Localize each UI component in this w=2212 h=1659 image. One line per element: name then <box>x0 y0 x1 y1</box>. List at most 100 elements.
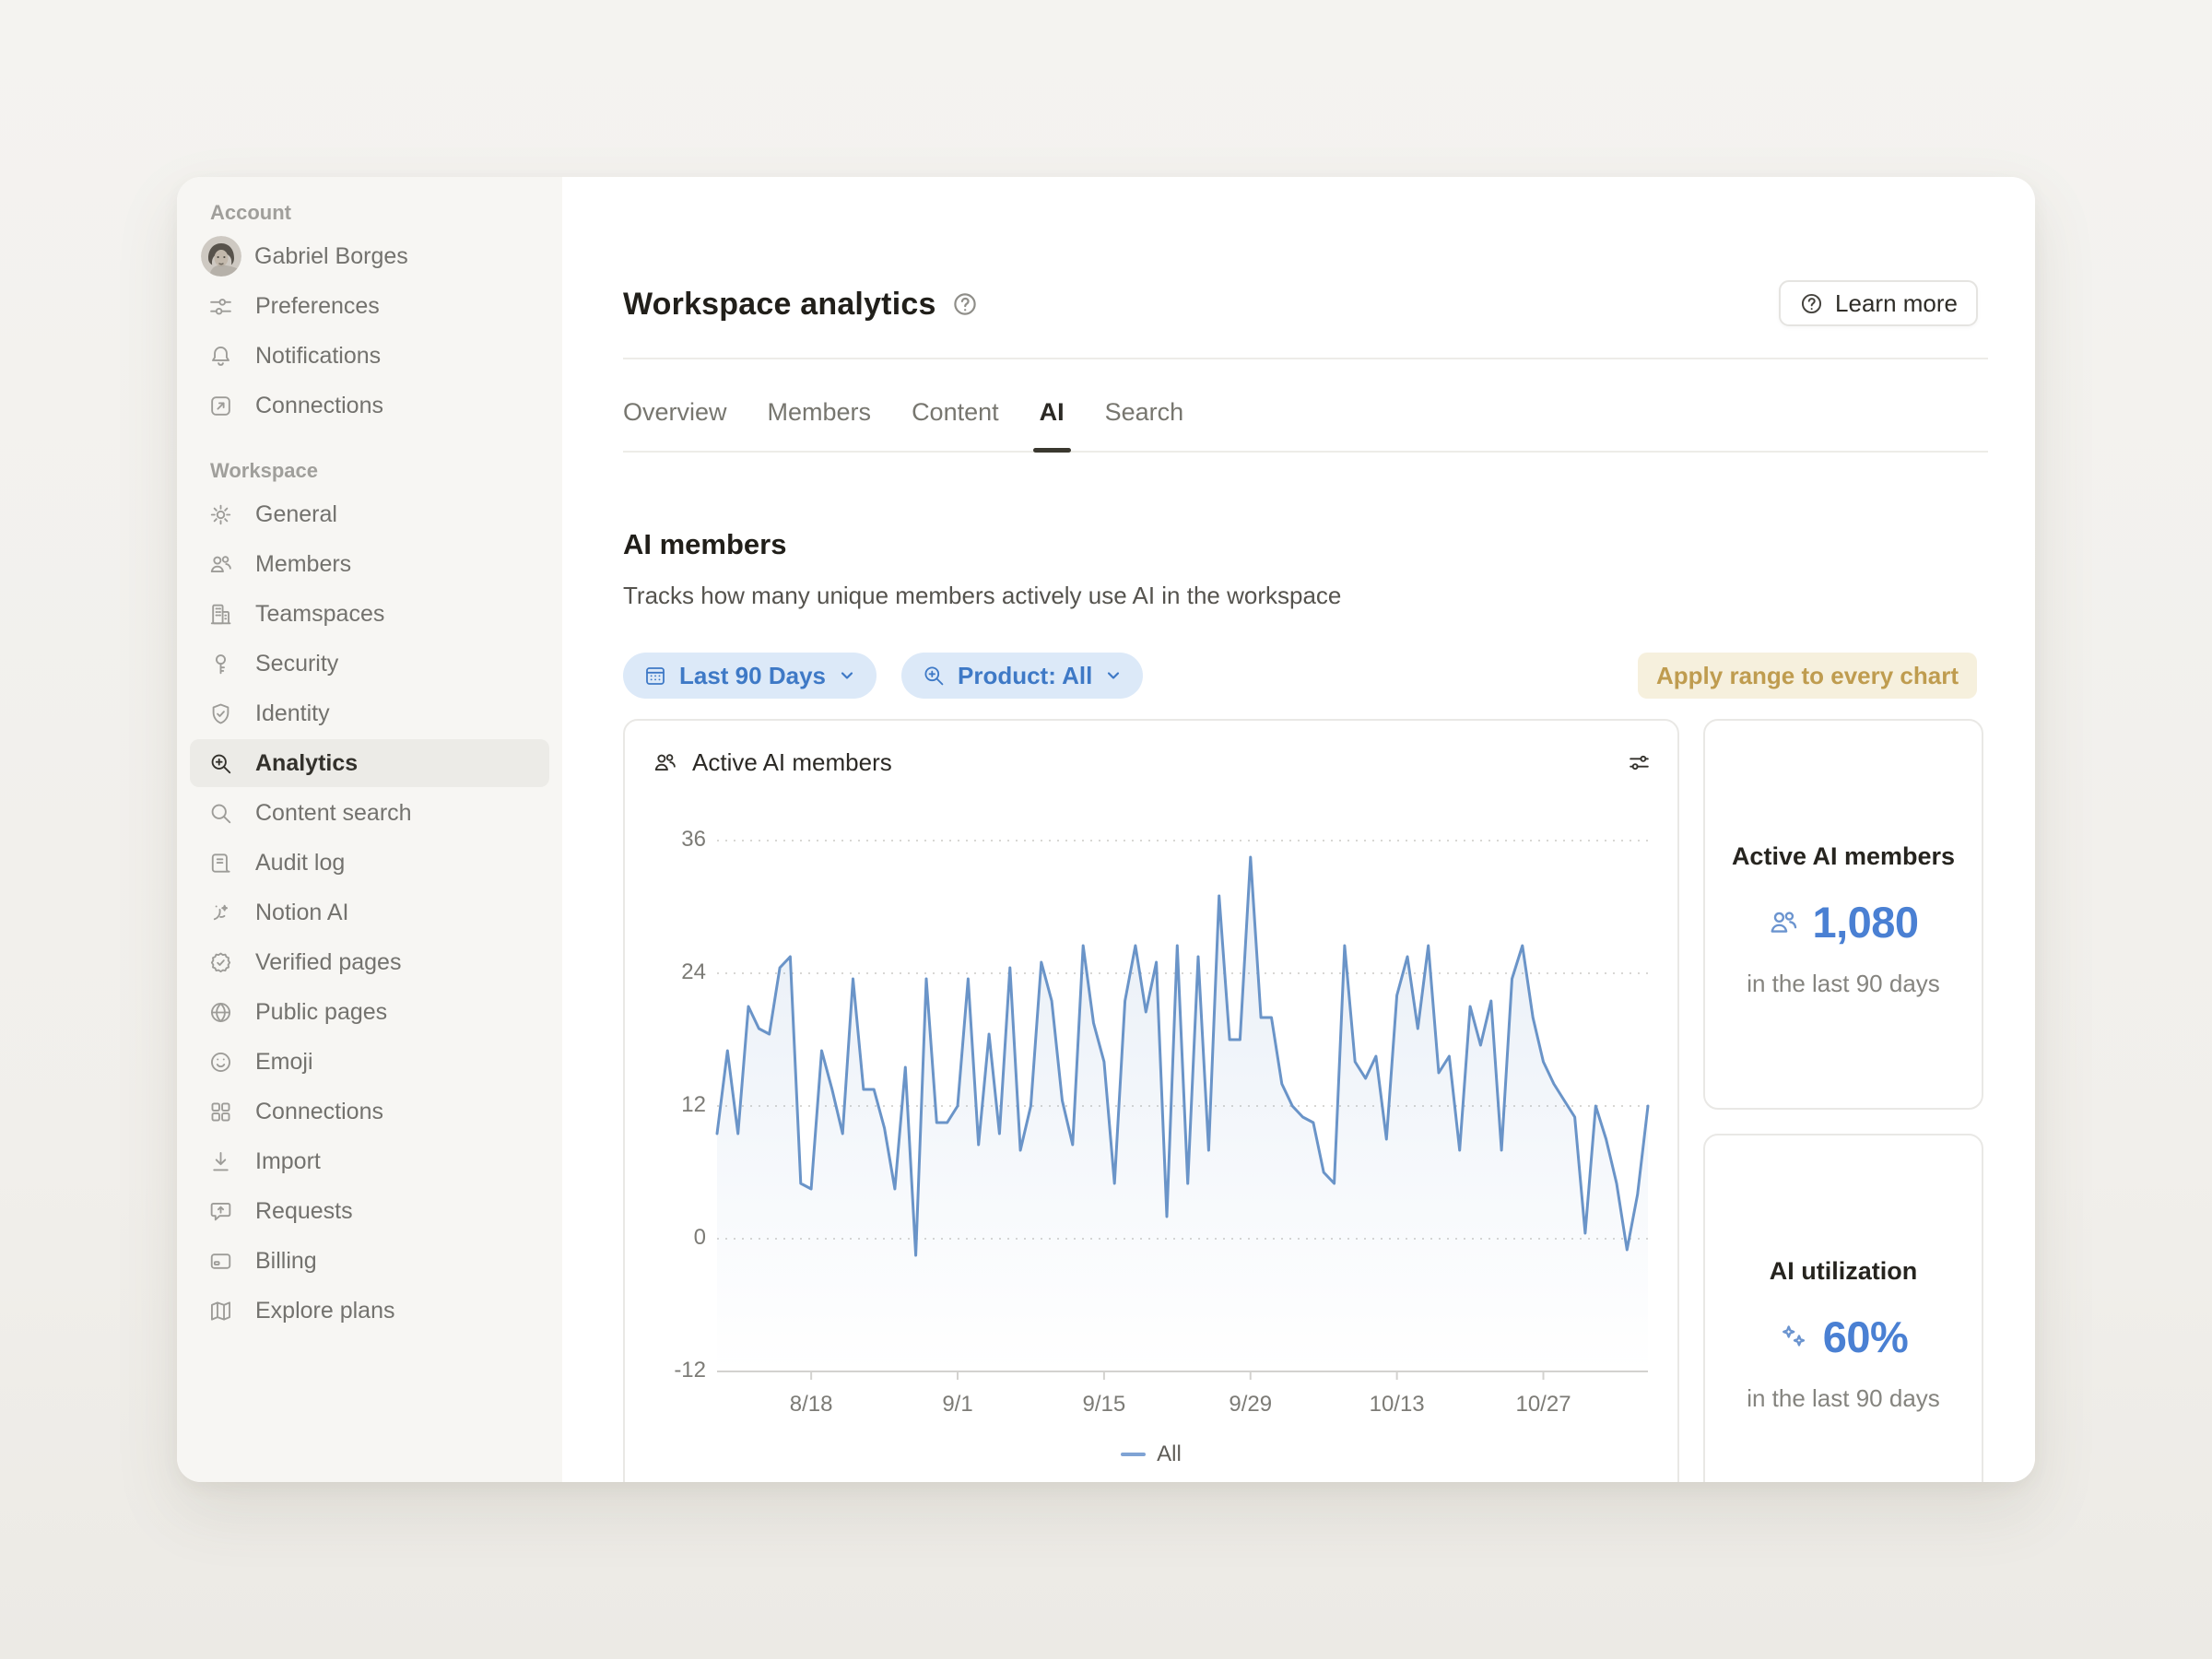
y-axis-label: 0 <box>625 1225 706 1251</box>
sidebar-item-notion-ai[interactable]: Notion AI <box>190 888 549 936</box>
sidebar-item-label: Identity <box>255 700 330 727</box>
sidebar-item-connections-workspace[interactable]: Connections <box>190 1088 549 1135</box>
sidebar-item-billing[interactable]: Billing <box>190 1237 549 1285</box>
sidebar-item-analytics[interactable]: Analytics <box>190 739 549 787</box>
tab-search[interactable]: Search <box>1105 398 1184 427</box>
arrow-up-right-box-icon <box>208 394 233 418</box>
sidebar-item-label: Notion AI <box>255 900 348 926</box>
building-icon <box>208 602 233 627</box>
stat-caption: in the last 90 days <box>1747 970 1940 998</box>
avatar <box>201 236 241 276</box>
section-description: Tracks how many unique members actively … <box>623 582 2035 610</box>
gear-icon <box>208 502 233 527</box>
sidebar-item-label: Analytics <box>255 750 358 777</box>
learn-more-label: Learn more <box>1835 289 1958 318</box>
sidebar-item-requests[interactable]: Requests <box>190 1187 549 1235</box>
map-icon <box>208 1299 233 1324</box>
sidebar-section-workspace: Workspace <box>210 459 562 483</box>
sidebar-item-label: Connections <box>255 1099 383 1125</box>
legend-label: All <box>1157 1441 1182 1467</box>
tab-ai[interactable]: AI <box>1040 398 1065 427</box>
key-icon <box>208 652 233 677</box>
stat-title: Active AI members <box>1732 842 1955 871</box>
learn-more-button[interactable]: Learn more <box>1779 280 1978 326</box>
sparkles-icon <box>1779 1322 1810 1353</box>
sidebar-item-preferences[interactable]: Preferences <box>190 282 549 330</box>
sidebar-item-label: Gabriel Borges <box>254 243 408 270</box>
stat-value: 1,080 <box>1812 897 1918 947</box>
globe-icon <box>208 1000 233 1025</box>
download-icon <box>208 1149 233 1174</box>
legend-line-swatch <box>1121 1453 1146 1456</box>
sidebar-item-members[interactable]: Members <box>190 540 549 588</box>
smiley-icon <box>208 1050 233 1075</box>
chart-legend: All <box>625 1441 1677 1467</box>
sidebar-item-label: Security <box>255 651 338 677</box>
y-axis-label: -12 <box>625 1358 706 1383</box>
sidebar-item-label: Audit log <box>255 850 345 877</box>
tab-overview[interactable]: Overview <box>623 398 727 427</box>
x-axis-label: 8/18 <box>790 1392 833 1418</box>
grid-icon <box>208 1100 233 1124</box>
sidebar-item-label: Requests <box>255 1198 353 1225</box>
help-circle-icon[interactable] <box>951 290 979 318</box>
sidebar-item-verified-pages[interactable]: Verified pages <box>190 938 549 986</box>
stat-title: AI utilization <box>1770 1257 1917 1286</box>
sidebar-item-explore-plans[interactable]: Explore plans <box>190 1287 549 1335</box>
filters-row: Last 90 Days Product: All Apply range to… <box>623 653 1977 699</box>
stat-cards-column: Active AI members 1,080 in the last 90 d… <box>1703 719 1983 1482</box>
sidebar-item-label: Verified pages <box>255 949 401 976</box>
ai-utilization-stat-card: AI utilization 60% in the last 90 days <box>1703 1134 1983 1482</box>
stat-value: 60% <box>1823 1312 1909 1362</box>
sidebar-item-label: Emoji <box>255 1049 313 1076</box>
y-axis-label: 24 <box>625 959 706 985</box>
product-filter[interactable]: Product: All <box>901 653 1143 699</box>
sidebar-item-label: Public pages <box>255 999 387 1026</box>
search-icon <box>208 801 233 826</box>
sidebar-item-emoji[interactable]: Emoji <box>190 1038 549 1086</box>
settings-window: Account Gabriel Borges Preferences <box>177 177 2035 1482</box>
sidebar-item-security[interactable]: Security <box>190 640 549 688</box>
sidebar-item-connections-account[interactable]: Connections <box>190 382 549 429</box>
sidebar-item-label: Preferences <box>255 293 380 320</box>
date-range-value: Last 90 Days <box>679 662 826 690</box>
chevron-down-icon <box>838 666 856 685</box>
sidebar-item-account-profile[interactable]: Gabriel Borges <box>190 232 549 280</box>
tab-content[interactable]: Content <box>912 398 999 427</box>
chevron-down-icon <box>1104 666 1123 685</box>
active-ai-members-chart-card: Active AI members 3624120-12 8/189/19/15… <box>623 719 1679 1482</box>
zoom-in-icon <box>922 664 946 688</box>
sidebar-item-content-search[interactable]: Content search <box>190 789 549 837</box>
sidebar-item-public-pages[interactable]: Public pages <box>190 988 549 1036</box>
y-axis-label: 12 <box>625 1092 706 1118</box>
sidebar-item-label: Billing <box>255 1248 317 1275</box>
people-icon <box>208 552 233 577</box>
seal-check-icon <box>208 950 233 975</box>
sidebar-item-teamspaces[interactable]: Teamspaces <box>190 590 549 638</box>
tab-members[interactable]: Members <box>768 398 872 427</box>
x-axis-label: 10/27 <box>1515 1392 1571 1418</box>
sidebar-item-audit-log[interactable]: Audit log <box>190 839 549 887</box>
x-axis-label: 9/1 <box>942 1392 972 1418</box>
sidebar-item-label: Explore plans <box>255 1298 394 1324</box>
product-filter-value: Product: All <box>958 662 1092 690</box>
scroll-icon <box>208 851 233 876</box>
chat-up-icon <box>208 1199 233 1224</box>
analytics-content: Workspace analytics Learn more Overview … <box>562 177 2035 1482</box>
date-range-filter[interactable]: Last 90 Days <box>623 653 877 699</box>
x-axis-label: 9/29 <box>1229 1392 1272 1418</box>
sidebar-item-notifications[interactable]: Notifications <box>190 332 549 380</box>
sidebar-item-identity[interactable]: Identity <box>190 689 549 737</box>
sidebar-item-import[interactable]: Import <box>190 1137 549 1185</box>
settings-sidebar: Account Gabriel Borges Preferences <box>177 177 562 1482</box>
ai-face-icon <box>208 900 233 925</box>
sidebar-item-general[interactable]: General <box>190 490 549 538</box>
apply-range-button[interactable]: Apply range to every chart <box>1638 653 1977 699</box>
section-heading: AI members <box>623 528 2035 561</box>
sidebar-section-account: Account <box>210 201 562 225</box>
sidebar-item-label: Teamspaces <box>255 601 384 628</box>
zoom-in-icon <box>208 751 233 776</box>
stat-caption: in the last 90 days <box>1747 1384 1940 1413</box>
y-axis-label: 36 <box>625 827 706 853</box>
credit-card-icon <box>208 1249 233 1274</box>
